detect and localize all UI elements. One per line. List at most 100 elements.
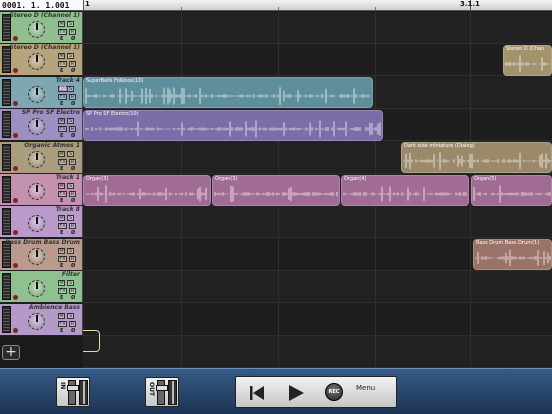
edit-button[interactable]: E	[60, 101, 63, 108]
record-arm-button[interactable]: R	[69, 191, 76, 197]
fx-button[interactable]: FX	[58, 29, 67, 35]
fx-button[interactable]: FX	[58, 288, 67, 295]
rewind-button[interactable]	[246, 381, 268, 405]
track-volume-knob[interactable]	[28, 280, 45, 298]
menu-button[interactable]: Menu	[356, 384, 375, 392]
solo-button[interactable]: S	[67, 280, 74, 287]
fx-button[interactable]: FX	[58, 158, 67, 165]
fx-button[interactable]: FX	[58, 93, 67, 100]
track-volume-knob[interactable]	[28, 53, 45, 71]
fx-button[interactable]: FX	[58, 191, 67, 197]
track-volume-knob[interactable]	[28, 118, 45, 136]
add-track-button[interactable]: +	[2, 345, 20, 360]
phase-button[interactable]: Ø	[71, 263, 75, 270]
phase-button[interactable]: Ø	[71, 296, 75, 302]
solo-button[interactable]: S	[67, 21, 74, 27]
audio-clip[interactable]: Organ(5)	[471, 174, 552, 206]
record-arm-button[interactable]: R	[69, 61, 76, 68]
arrange-area[interactable]: Stereo D (Chan SuperBells Folkbox(10) SP P…	[83, 12, 552, 368]
input-fader[interactable]	[67, 380, 79, 405]
fx-button[interactable]: FX	[58, 320, 67, 327]
record-arm-button[interactable]: R	[69, 223, 76, 230]
mute-button[interactable]: M	[58, 53, 65, 60]
record-arm-button[interactable]: R	[69, 288, 76, 295]
edit-button[interactable]: E	[60, 166, 63, 173]
track-header[interactable]: Filter M S FX R E Ø	[0, 271, 83, 304]
record-button[interactable]: REC	[325, 383, 343, 401]
audio-clip[interactable]: SP Pro SF Electro(10)	[83, 109, 383, 141]
solo-button[interactable]: S	[67, 53, 74, 60]
input-monitor[interactable]: IN	[56, 377, 90, 407]
audio-clip[interactable]: Stereo D (Chan	[503, 44, 552, 76]
mute-button[interactable]: M	[58, 215, 65, 222]
track-lane[interactable]	[83, 12, 552, 44]
solo-button[interactable]: S	[67, 312, 74, 319]
track-volume-knob[interactable]	[28, 85, 45, 103]
audio-clip[interactable]: Organ(4)	[341, 174, 469, 206]
edit-button[interactable]: E	[60, 134, 63, 140]
solo-button[interactable]: S	[67, 118, 74, 125]
record-arm-button[interactable]: R	[69, 29, 76, 35]
track-header[interactable]: Organic Atmos 1 M S FX R E Ø	[0, 141, 83, 174]
phase-button[interactable]: Ø	[71, 69, 75, 75]
track-header[interactable]: Bass Drum Bass Drum M S FX R E Ø	[0, 238, 83, 271]
play-button[interactable]	[284, 381, 308, 405]
track-lane[interactable]	[83, 271, 552, 304]
track-header[interactable]: SP Pro SF Electro M S FX R E Ø	[0, 109, 83, 142]
mute-button[interactable]: M	[58, 150, 65, 157]
solo-button[interactable]: S	[67, 215, 74, 222]
edit-button[interactable]: E	[60, 328, 63, 335]
edit-button[interactable]: E	[60, 296, 63, 302]
solo-button[interactable]: S	[67, 183, 74, 189]
solo-button[interactable]: S	[67, 85, 74, 92]
fx-button[interactable]: FX	[58, 61, 67, 68]
track-header[interactable]: Track 1 M S FX R E Ø	[0, 174, 83, 206]
edit-button[interactable]: E	[60, 263, 63, 270]
phase-button[interactable]: Ø	[71, 231, 75, 237]
mute-button[interactable]: M	[58, 183, 65, 189]
audio-clip[interactable]: Dark side miniature (Dialog)	[401, 142, 552, 174]
edit-button[interactable]: E	[60, 231, 63, 237]
record-arm-button[interactable]: R	[69, 255, 76, 262]
track-volume-knob[interactable]	[28, 21, 45, 38]
edit-button[interactable]: E	[60, 37, 63, 43]
solo-button[interactable]: S	[67, 150, 74, 157]
track-header[interactable]: Track 8 M S FX R E Ø	[0, 206, 83, 239]
timeline-ruler[interactable]: 0001. 1. 1.001 1 3.1.1	[0, 0, 552, 11]
phase-button[interactable]: Ø	[71, 134, 75, 140]
track-volume-knob[interactable]	[28, 312, 45, 330]
track-lane[interactable]	[83, 206, 552, 239]
record-arm-button[interactable]: R	[69, 158, 76, 165]
edit-button[interactable]: E	[60, 69, 63, 75]
track-header[interactable]: Stereo D (Channel 1) M S FX R E Ø	[0, 12, 83, 44]
loop-marker-bracket[interactable]	[83, 330, 100, 352]
mute-button[interactable]: M	[58, 21, 65, 27]
fx-button[interactable]: FX	[58, 223, 67, 230]
phase-button[interactable]: Ø	[71, 37, 75, 43]
audio-clip[interactable]: Organ(3)	[83, 174, 211, 206]
track-volume-knob[interactable]	[28, 247, 45, 265]
track-volume-knob[interactable]	[28, 215, 45, 233]
track-lane[interactable]	[83, 336, 552, 368]
fx-button[interactable]: FX	[58, 126, 67, 133]
mute-button[interactable]: M	[58, 280, 65, 287]
track-lane[interactable]	[83, 303, 552, 336]
track-volume-knob[interactable]	[28, 150, 45, 168]
edit-button[interactable]: E	[60, 199, 63, 205]
audio-clip[interactable]: SuperBells Folkbox(10)	[83, 77, 373, 109]
phase-button[interactable]: Ø	[71, 101, 75, 108]
pz-badge[interactable]: PZ	[58, 85, 68, 92]
track-volume-knob[interactable]	[28, 183, 45, 200]
mute-button[interactable]: M	[58, 118, 65, 125]
track-header[interactable]: Ambience Bass M S FX R E Ø	[0, 303, 83, 336]
audio-clip[interactable]: Organ(3)	[212, 174, 340, 206]
track-header[interactable]: Track 4MSFXREØPZ	[0, 76, 83, 109]
record-arm-button[interactable]: R	[69, 320, 76, 327]
solo-button[interactable]: S	[67, 247, 74, 254]
output-fader[interactable]	[156, 380, 168, 405]
record-arm-button[interactable]: R	[69, 126, 76, 133]
output-monitor[interactable]: OUT	[145, 377, 179, 407]
phase-button[interactable]: Ø	[71, 166, 75, 173]
record-arm-button[interactable]: R	[69, 93, 76, 100]
track-header[interactable]: Stereo D (Channel 1) M S FX R E Ø	[0, 44, 83, 77]
